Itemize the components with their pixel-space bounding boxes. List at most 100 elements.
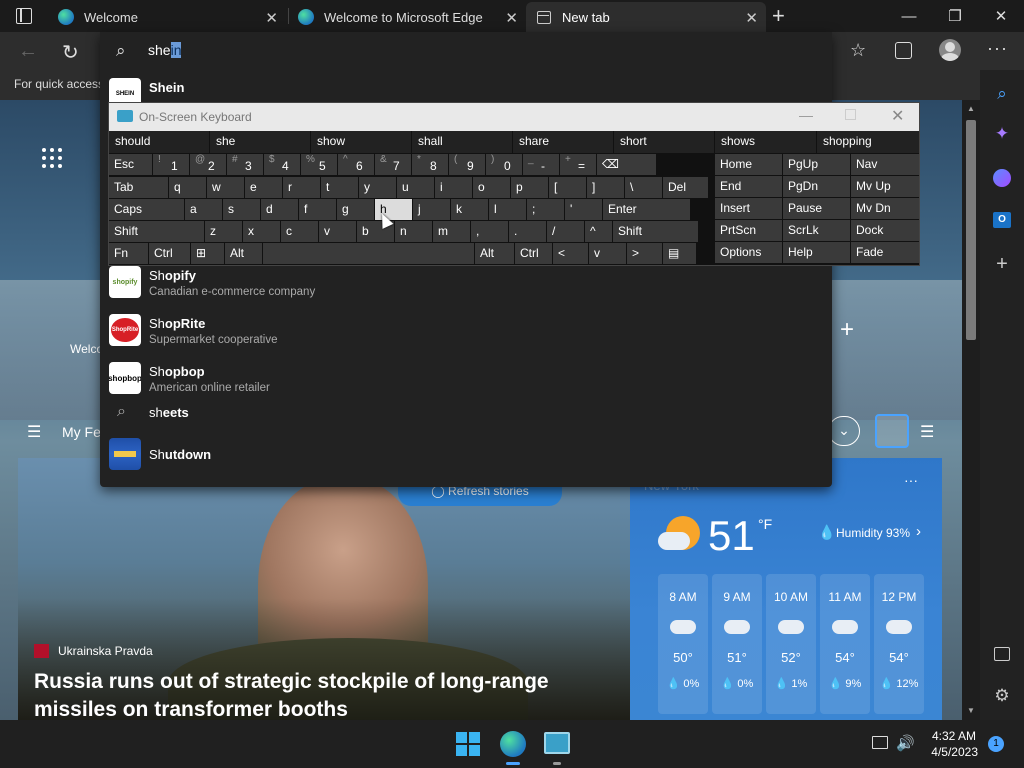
osk-maximize-button[interactable] — [845, 109, 856, 120]
close-window-button[interactable]: ✕ — [978, 0, 1024, 32]
prediction-short[interactable]: short — [614, 131, 714, 153]
osk-key[interactable]: z — [205, 221, 242, 242]
osk-taskbar-icon[interactable] — [544, 732, 570, 754]
osk-key[interactable]: c — [281, 221, 318, 242]
osk-key[interactable]: Ctrl — [515, 243, 552, 264]
osk-key[interactable]: j — [413, 199, 450, 220]
osk-key[interactable]: v — [589, 243, 626, 264]
restore-button[interactable]: ❐ — [932, 0, 978, 32]
prediction-should[interactable]: should — [109, 131, 209, 153]
grid-layout-icon[interactable] — [875, 414, 909, 448]
osk-nav-key[interactable]: Mv Dn — [851, 198, 919, 219]
osk-key[interactable]: [ — [549, 177, 586, 198]
osk-key[interactable]: Shift — [109, 221, 204, 242]
new-tab-button[interactable]: + — [772, 3, 785, 29]
add-sidebar-app-icon[interactable]: + — [990, 252, 1014, 276]
feed-menu-icon[interactable]: ☰ — [27, 422, 41, 442]
collections-icon[interactable] — [895, 42, 912, 59]
humidity-label[interactable]: Humidity 93% — [836, 526, 910, 540]
osk-nav-key[interactable]: Mv Up — [851, 176, 919, 197]
osk-key[interactable]: n — [395, 221, 432, 242]
network-icon[interactable] — [872, 736, 888, 749]
osk-nav-key[interactable]: ScrLk — [783, 220, 850, 241]
hourly-forecast-item[interactable]: 11 AM 54° 💧 9% — [820, 574, 870, 714]
hero-news-card[interactable]: ◯ Refresh stories Ukrainska Pravda Russi… — [18, 458, 630, 720]
osk-key[interactable]: d — [261, 199, 298, 220]
osk-close-button[interactable]: ✕ — [891, 106, 904, 126]
osk-key[interactable]: $4 — [264, 154, 300, 175]
osk-key[interactable]: p — [511, 177, 548, 198]
osk-nav-key[interactable]: PgUp — [783, 154, 850, 175]
weather-more-icon[interactable]: ··· — [904, 472, 918, 488]
osk-key[interactable]: Ctrl — [149, 243, 190, 264]
close-tab-icon[interactable]: ✕ — [745, 9, 758, 27]
page-scrollbar[interactable]: ▲ ▼ — [962, 100, 980, 720]
osk-key[interactable]: a — [185, 199, 222, 220]
suggestion-item[interactable]: Shutdown — [100, 430, 832, 478]
osk-key[interactable]: Del — [663, 177, 708, 198]
osk-minimize-button[interactable]: — — [799, 107, 813, 123]
osk-nav-key[interactable]: Help — [783, 242, 850, 263]
osk-key[interactable]: Tab — [109, 177, 168, 198]
osk-key[interactable]: ; — [527, 199, 564, 220]
osk-nav-key[interactable]: End — [715, 176, 782, 197]
suggestion-item[interactable]: ⌕ sheets — [100, 388, 832, 436]
add-quick-link-icon[interactable]: + — [840, 316, 854, 344]
osk-key[interactable]: v — [319, 221, 356, 242]
hide-sidebar-icon[interactable] — [990, 642, 1014, 666]
osk-key[interactable]: Shift — [613, 221, 698, 242]
osk-key[interactable]: , — [471, 221, 508, 242]
tab-actions-icon[interactable] — [16, 8, 32, 24]
prediction-share[interactable]: share — [513, 131, 613, 153]
osk-key[interactable]: Alt — [475, 243, 514, 264]
search-icon[interactable]: ⌕ — [990, 82, 1014, 106]
osk-key[interactable]: m — [433, 221, 470, 242]
osk-nav-key[interactable]: Dock — [851, 220, 919, 241]
tab-new-tab[interactable]: New tab ✕ — [526, 2, 766, 32]
osk-key[interactable]: (9 — [449, 154, 485, 175]
osk-key[interactable]: s — [223, 199, 260, 220]
list-layout-icon[interactable]: ☰ — [920, 422, 934, 442]
osk-key[interactable]: t — [321, 177, 358, 198]
clock-date[interactable]: 4/5/2023 — [924, 745, 978, 759]
osk-nav-key[interactable]: Nav — [851, 154, 919, 175]
feed-dropdown-icon[interactable]: ⌄ — [828, 416, 860, 446]
osk-key[interactable]: ^ 6 — [338, 154, 374, 175]
osk-title-bar[interactable]: On-Screen Keyboard — ✕ — [109, 103, 919, 131]
osk-key[interactable]: l — [489, 199, 526, 220]
copilot-sparkle-icon[interactable]: ✦ — [990, 122, 1014, 146]
osk-key[interactable]: ] — [587, 177, 624, 198]
osk-nav-key[interactable]: Home — [715, 154, 782, 175]
outlook-icon[interactable]: O — [990, 208, 1014, 232]
osk-key[interactable]: u — [397, 177, 434, 198]
osk-spacebar[interactable] — [263, 243, 474, 264]
osk-nav-key[interactable]: Insert — [715, 198, 782, 219]
osk-key[interactable]: Alt — [225, 243, 262, 264]
osk-key[interactable]: ! 1 — [153, 154, 189, 175]
osk-key[interactable]: . — [509, 221, 546, 242]
prediction-show[interactable]: show — [311, 131, 411, 153]
humidity-chevron-icon[interactable]: › — [916, 523, 921, 540]
osk-key[interactable]: / — [547, 221, 584, 242]
close-tab-icon[interactable]: ✕ — [265, 9, 278, 27]
suggestion-item[interactable]: ShopRite ShopRite Supermarket cooperativ… — [100, 306, 832, 354]
hourly-forecast-item[interactable]: 12 PM 54° 💧 12% — [874, 574, 924, 714]
osk-key[interactable]: #3 — [227, 154, 263, 175]
osk-key[interactable]: Esc — [109, 154, 152, 175]
quick-link-label[interactable]: Welco — [70, 342, 103, 356]
edge-taskbar-icon[interactable] — [500, 731, 526, 757]
back-icon[interactable]: ← — [18, 40, 38, 63]
hourly-forecast-item[interactable]: 10 AM 52° 💧 1% — [766, 574, 816, 714]
notification-badge[interactable]: 1 — [988, 736, 1004, 752]
osk-key[interactable]: < — [553, 243, 588, 264]
more-menu-icon[interactable]: ··· — [987, 38, 1008, 59]
volume-icon[interactable]: 🔊 — [896, 734, 915, 752]
osk-key[interactable]: k — [451, 199, 488, 220]
osk-key[interactable]: _ - — [523, 154, 559, 175]
osk-nav-key[interactable]: PgDn — [783, 176, 850, 197]
apps-grid-icon[interactable] — [42, 148, 62, 168]
sidebar-settings-icon[interactable]: ⚙ — [990, 684, 1014, 708]
feed-label[interactable]: My Fe — [62, 424, 101, 440]
osk-key[interactable]: ⌫ — [597, 154, 656, 175]
osk-key[interactable]: x — [243, 221, 280, 242]
